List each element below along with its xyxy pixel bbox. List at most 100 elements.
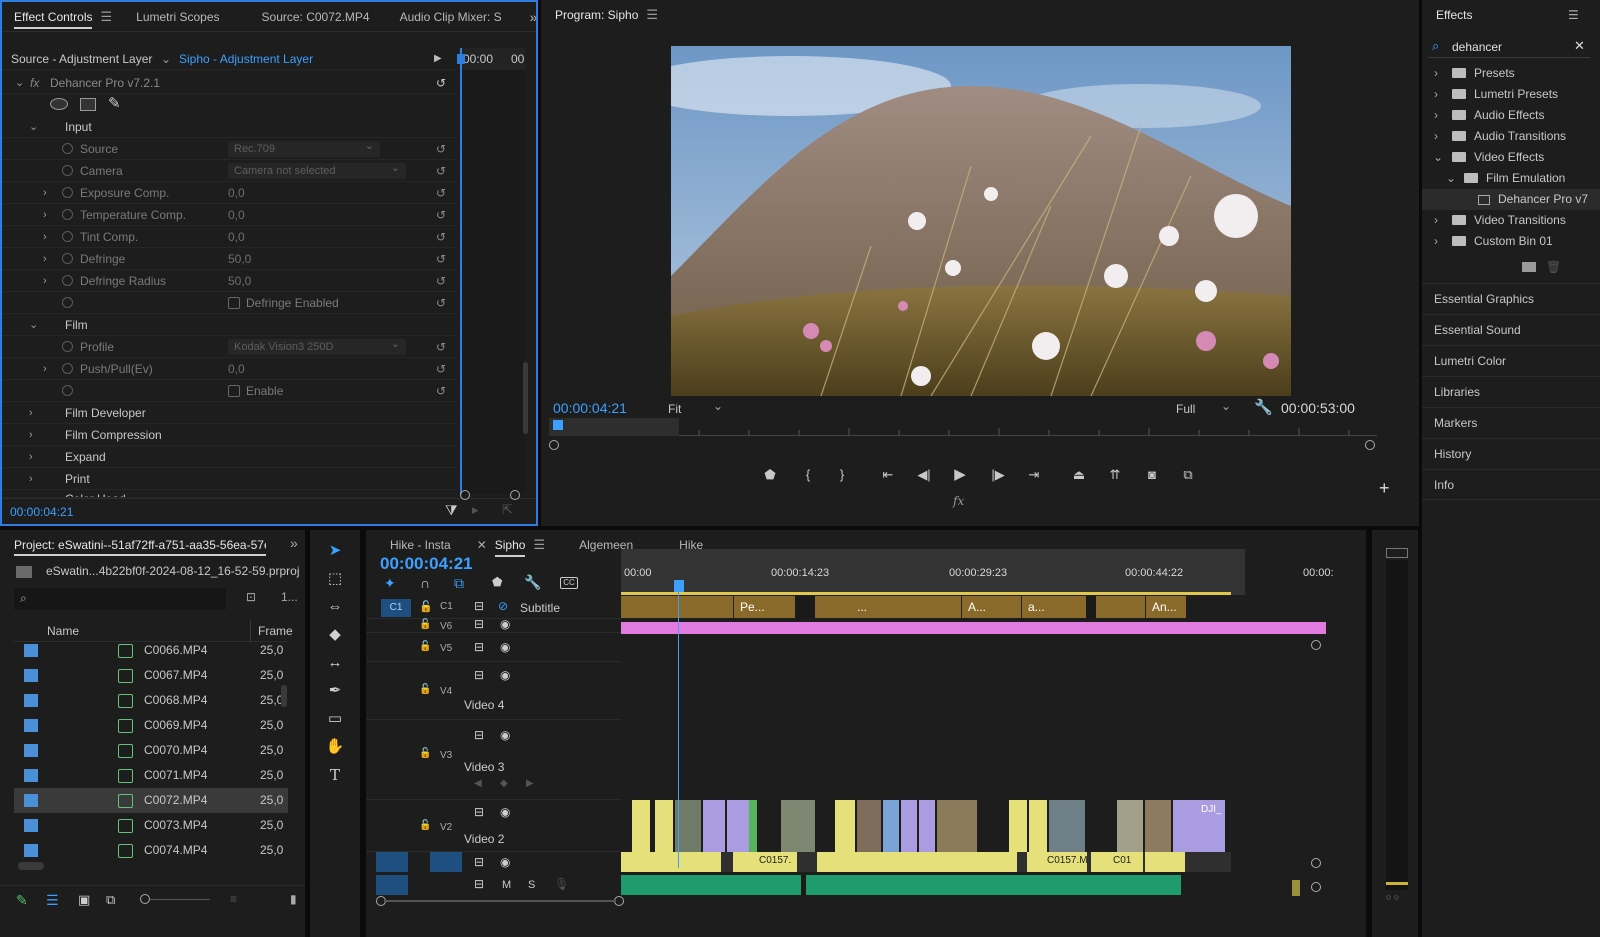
source-label[interactable]: Source - Adjustment Layer: [11, 48, 152, 70]
target-track-v1[interactable]: [430, 852, 462, 872]
chevron-down-icon[interactable]: ⌄: [161, 48, 171, 70]
fx-toggle-icon[interactable]: fx: [953, 494, 964, 508]
linked-selection-icon[interactable]: ∩: [420, 575, 430, 591]
list-item[interactable]: C0069.MP4 25,0: [14, 713, 288, 738]
panel-menu-icon[interactable]: ☰: [100, 2, 112, 32]
snap-icon[interactable]: ✦: [384, 575, 396, 592]
sync-lock-icon[interactable]: ⊟: [474, 728, 484, 742]
reset-icon[interactable]: ↺: [436, 270, 446, 292]
source-patch-a1[interactable]: [376, 875, 408, 895]
list-view-icon[interactable]: ☰: [46, 892, 59, 909]
reset-icon[interactable]: ↺: [436, 182, 446, 204]
keyframe-area[interactable]: [462, 70, 525, 494]
sequence-label[interactable]: Sipho - Adjustment Layer: [179, 48, 313, 70]
panel-essential-graphics[interactable]: Essential Graphics: [1422, 283, 1600, 314]
video-clip[interactable]: [632, 800, 650, 852]
video-clip[interactable]: [835, 800, 855, 852]
param-value[interactable]: 50,0: [228, 248, 251, 270]
lift-icon[interactable]: ⏏: [1068, 465, 1090, 485]
sync-lock-icon[interactable]: ⊟: [474, 668, 484, 682]
list-item[interactable]: C0067.MP4 25,0: [14, 663, 288, 688]
list-item-selected[interactable]: C0072.MP4 25,0: [14, 788, 288, 813]
solo-button[interactable]: S: [528, 879, 535, 891]
more-icon[interactable]: ▮: [290, 892, 297, 906]
effects-search-box[interactable]: ⌕ dehancer ✕: [1428, 36, 1590, 58]
source-dropdown[interactable]: Rec.709: [228, 138, 380, 157]
effect-header-row[interactable]: ⌄ fx Dehancer Pro v7.2.1 ↺: [2, 72, 457, 94]
work-area-bar[interactable]: [621, 592, 1231, 595]
panel-menu-icon[interactable]: ☰: [646, 0, 658, 30]
stopwatch-icon[interactable]: [62, 209, 73, 220]
reset-icon[interactable]: ↺: [436, 204, 446, 226]
stopwatch-icon[interactable]: [62, 297, 73, 308]
reset-icon[interactable]: ↺: [436, 160, 446, 182]
chevron-right-icon[interactable]: ›: [1434, 126, 1438, 147]
caption-clip[interactable]: An...: [1145, 596, 1186, 618]
param-row[interactable]: Defringe Enabled ↺: [2, 292, 457, 314]
tree-item-film-emulation[interactable]: ⌄ Film Emulation: [1422, 168, 1600, 189]
lock-icon[interactable]: 🔓: [419, 748, 431, 759]
tab-effect-controls[interactable]: Effect Controls ☰: [2, 2, 124, 32]
chevron-down-icon[interactable]: ⌄: [15, 72, 24, 94]
section-film-developer[interactable]: › Film Developer: [2, 402, 457, 424]
panel-menu-icon[interactable]: ☰: [533, 530, 545, 560]
panel-history[interactable]: History: [1422, 438, 1600, 469]
panel-markers[interactable]: Markers: [1422, 407, 1600, 438]
eye-icon[interactable]: ◉: [500, 728, 510, 742]
label-color-swatch[interactable]: [24, 669, 38, 682]
icon-view-icon[interactable]: ▣: [78, 892, 90, 908]
label-color-swatch[interactable]: [24, 819, 38, 832]
eye-icon[interactable]: ◉: [500, 668, 510, 682]
horizontal-scrollbar[interactable]: [18, 862, 44, 870]
go-to-out-icon[interactable]: ⇥: [1023, 465, 1045, 485]
list-item[interactable]: C0071.MP4 25,0: [14, 763, 288, 788]
v1-track-area[interactable]: C0157. C0157.M C01: [621, 852, 1231, 872]
chevron-down-icon[interactable]: ⌄: [1446, 168, 1456, 189]
mark-in-icon[interactable]: {: [797, 465, 819, 485]
section-color-head[interactable]: Color Head: [2, 490, 457, 498]
export-frame-camera-icon[interactable]: ◙: [1141, 465, 1163, 485]
ellipse-mask-icon[interactable]: [50, 98, 68, 110]
clear-search-icon[interactable]: ✕: [1574, 38, 1585, 54]
section-input[interactable]: ⌄ Input: [2, 116, 457, 138]
video-clip-thumbnail[interactable]: [1049, 800, 1085, 852]
label-color-swatch[interactable]: [24, 794, 38, 807]
list-item[interactable]: C0073.MP4 25,0: [14, 813, 288, 838]
comparison-view-icon[interactable]: ⧉: [1177, 465, 1199, 485]
lock-icon[interactable]: 🔓: [419, 820, 431, 831]
chevron-right-icon[interactable]: ›: [29, 468, 33, 490]
program-time-ruler[interactable]: [549, 418, 1377, 436]
stopwatch-icon[interactable]: [62, 341, 73, 352]
param-row[interactable]: › Push/Pull(Ev) 0,0 ↺: [2, 358, 457, 380]
target-track-c1[interactable]: C1: [381, 599, 411, 617]
video-clip[interactable]: [901, 800, 917, 852]
label-color-swatch[interactable]: [24, 719, 38, 732]
video-clip-thumbnail[interactable]: [1145, 800, 1171, 852]
video-clip[interactable]: [655, 800, 673, 852]
export-icon[interactable]: ⇱: [502, 502, 513, 518]
overflow-icon[interactable]: »: [290, 535, 298, 551]
tab-audio-clip-mixer[interactable]: Audio Clip Mixer: S: [388, 2, 514, 32]
search-input[interactable]: dehancer: [1452, 40, 1502, 54]
panel-libraries[interactable]: Libraries: [1422, 376, 1600, 407]
v2-track-area[interactable]: DJI_: [621, 800, 1231, 852]
list-item[interactable]: C0074.MP4 25,0: [14, 838, 288, 863]
panel-lumetri-color[interactable]: Lumetri Color: [1422, 345, 1600, 376]
section-film-compression[interactable]: › Film Compression: [2, 424, 457, 446]
program-timecode[interactable]: 00:00:04:21: [553, 400, 627, 416]
eye-icon[interactable]: ◉: [500, 855, 510, 869]
label-color-swatch[interactable]: [24, 844, 38, 857]
caption-clip[interactable]: Pe...: [733, 596, 773, 618]
list-item[interactable]: C0068.MP4 25,0: [14, 688, 288, 713]
track-select-tool-icon[interactable]: ⬚: [324, 568, 346, 590]
tree-item-audio-effects[interactable]: › Audio Effects: [1422, 105, 1600, 126]
zoom-handle-left[interactable]: [460, 490, 470, 500]
tab-program[interactable]: Program: Sipho ☰: [541, 0, 670, 30]
playhead-line[interactable]: [678, 592, 679, 868]
reset-icon[interactable]: ↺: [436, 138, 446, 160]
rectangle-mask-icon[interactable]: [80, 98, 96, 111]
video-clip[interactable]: [883, 800, 899, 852]
slip-tool-icon[interactable]: ↔: [324, 652, 346, 674]
zoom-slider-track[interactable]: [150, 899, 210, 900]
video-clip[interactable]: [817, 852, 1017, 872]
